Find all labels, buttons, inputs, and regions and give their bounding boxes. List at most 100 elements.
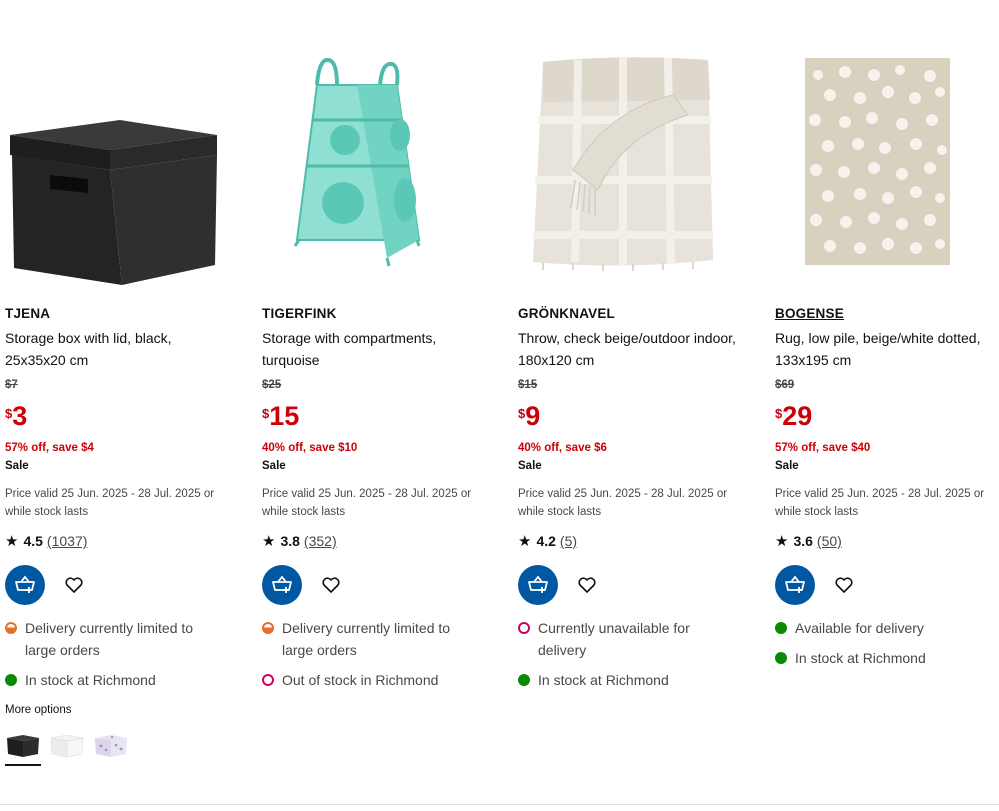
review-count[interactable]: (352): [304, 533, 337, 549]
price-amount: 29: [782, 401, 813, 431]
previous-price: $7: [5, 379, 18, 391]
heart-icon: [65, 577, 83, 593]
star-icon: ★: [262, 533, 276, 550]
current-price: $3: [5, 401, 27, 432]
price-amount: 3: [12, 401, 28, 431]
sale-badge: Sale: [775, 460, 799, 472]
rating[interactable]: ★ 4.2 (5): [518, 532, 577, 550]
previous-price: $15: [518, 379, 538, 391]
price-amount: 9: [525, 401, 541, 431]
add-to-cart-button[interactable]: [518, 565, 558, 605]
product-image-tigerfink[interactable]: [257, 40, 492, 285]
product-card-bogense: BOGENSE Rug, low pile, beige/white dotte…: [775, 0, 999, 800]
price-validity: Price valid 25 Jun. 2025 - 28 Jul. 2025 …: [775, 488, 985, 518]
rating[interactable]: ★ 3.8 (352): [262, 532, 337, 550]
add-to-favourites-button[interactable]: [319, 573, 343, 597]
review-count[interactable]: (5): [560, 533, 577, 549]
add-to-favourites-button[interactable]: [832, 573, 856, 597]
discount-text: 40% off, save $6: [518, 442, 607, 454]
product-description: Storage box with lid, black, 25x35x20 cm: [5, 330, 172, 368]
swatch-white[interactable]: [49, 728, 85, 760]
currency-symbol: $: [775, 406, 783, 421]
product-description: Storage with compartments, turquoise: [262, 330, 437, 368]
in-stock-status-icon: [775, 622, 787, 634]
delivery-status: Available for delivery: [775, 617, 995, 639]
discount-text: 57% off, save $4: [5, 442, 94, 454]
product-name[interactable]: TIGERFINK: [262, 306, 337, 321]
product-name[interactable]: GRÖNKNAVEL: [518, 306, 615, 321]
limited-status-icon: [262, 622, 274, 634]
product-name[interactable]: TJENA: [5, 306, 50, 321]
rating[interactable]: ★ 4.5 (1037): [5, 532, 87, 550]
variant-swatches: [5, 728, 129, 766]
swatch-lilac-pattern[interactable]: [93, 728, 129, 760]
add-to-cart-button[interactable]: [775, 565, 815, 605]
current-price: $9: [518, 401, 540, 432]
current-price: $29: [775, 401, 812, 432]
store-stock-status: Out of stock in Richmond: [262, 669, 482, 691]
more-options-label: More options: [5, 704, 72, 716]
product-image-gronknavel[interactable]: [513, 40, 748, 285]
heart-icon: [578, 577, 596, 593]
limited-status-icon: [5, 622, 17, 634]
price-validity: Price valid 25 Jun. 2025 - 28 Jul. 2025 …: [5, 488, 215, 518]
review-count[interactable]: (1037): [47, 533, 87, 549]
section-divider: [0, 804, 999, 805]
store-stock-text: In stock at Richmond: [25, 672, 156, 688]
swatch-black[interactable]: [5, 728, 41, 766]
add-to-cart-button[interactable]: [262, 565, 302, 605]
review-count[interactable]: (50): [817, 533, 842, 549]
heart-icon: [835, 577, 853, 593]
add-to-cart-icon: [785, 575, 805, 593]
product-card-tjena: TJENA Storage box with lid, black, 25x35…: [5, 0, 245, 800]
delivery-status-text: Delivery currently limited to large orde…: [25, 620, 194, 658]
add-to-favourites-button[interactable]: [575, 573, 599, 597]
product-description: Rug, low pile, beige/white dotted, 133x1…: [775, 330, 981, 368]
product-grid: TJENA Storage box with lid, black, 25x35…: [0, 0, 999, 811]
delivery-status-text: Delivery currently limited to large orde…: [282, 620, 451, 658]
product-image-bogense[interactable]: [770, 40, 999, 285]
in-stock-status-icon: [518, 674, 530, 686]
delivery-status: Delivery currently limited to large orde…: [5, 617, 225, 661]
store-stock-status: In stock at Richmond: [775, 647, 995, 669]
add-to-favourites-button[interactable]: [62, 573, 86, 597]
price-validity: Price valid 25 Jun. 2025 - 28 Jul. 2025 …: [518, 488, 728, 518]
previous-price: $69: [775, 379, 795, 391]
product-image-tjena[interactable]: [0, 40, 235, 285]
sale-badge: Sale: [518, 460, 542, 472]
currency-symbol: $: [262, 406, 270, 421]
delivery-status: Currently unavailable for delivery: [518, 617, 738, 661]
currency-symbol: $: [5, 406, 13, 421]
price-validity: Price valid 25 Jun. 2025 - 28 Jul. 2025 …: [262, 488, 472, 518]
rating-score: 3.6: [793, 533, 813, 549]
store-stock-text: In stock at Richmond: [795, 650, 926, 666]
delivery-status-text: Currently unavailable for delivery: [538, 620, 690, 658]
delivery-status-text: Available for delivery: [795, 620, 924, 636]
rating[interactable]: ★ 3.6 (50): [775, 532, 842, 550]
store-stock-status: In stock at Richmond: [518, 669, 738, 691]
in-stock-status-icon: [775, 652, 787, 664]
add-to-cart-icon: [15, 575, 35, 593]
current-price: $15: [262, 401, 299, 432]
add-to-cart-icon: [272, 575, 292, 593]
previous-price: $25: [262, 379, 282, 391]
product-card-gronknavel: GRÖNKNAVEL Throw, check beige/outdoor in…: [518, 0, 758, 800]
rating-score: 3.8: [280, 533, 300, 549]
product-card-tigerfink: TIGERFINK Storage with compartments, tur…: [262, 0, 502, 800]
star-icon: ★: [775, 533, 789, 550]
out-of-stock-status-icon: [262, 674, 274, 686]
unavailable-status-icon: [518, 622, 530, 634]
rating-score: 4.2: [536, 533, 556, 549]
discount-text: 40% off, save $10: [262, 442, 358, 454]
product-name[interactable]: BOGENSE: [775, 306, 844, 321]
discount-text: 57% off, save $40: [775, 442, 871, 454]
star-icon: ★: [518, 533, 532, 550]
in-stock-status-icon: [5, 674, 17, 686]
add-to-cart-button[interactable]: [5, 565, 45, 605]
product-description: Throw, check beige/outdoor indoor, 180x1…: [518, 330, 736, 368]
store-stock-text: In stock at Richmond: [538, 672, 669, 688]
price-amount: 15: [269, 401, 300, 431]
delivery-status: Delivery currently limited to large orde…: [262, 617, 482, 661]
add-to-cart-icon: [528, 575, 548, 593]
heart-icon: [322, 577, 340, 593]
